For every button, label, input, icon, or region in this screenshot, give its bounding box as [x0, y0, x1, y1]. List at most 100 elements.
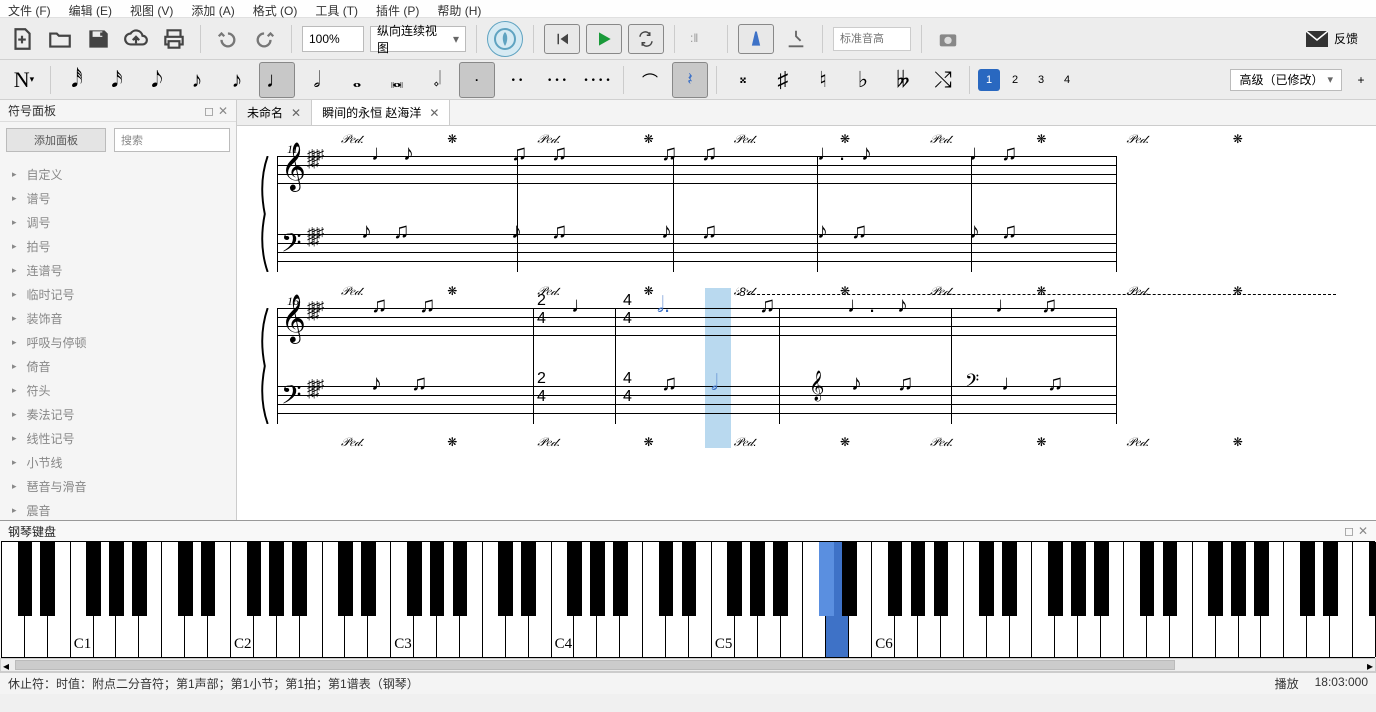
black-key[interactable] [1094, 542, 1109, 616]
black-key[interactable] [659, 542, 674, 616]
voice-1-button[interactable]: 1 [978, 69, 1000, 91]
double-dot-icon[interactable]: ·· [499, 62, 535, 98]
menu-file[interactable]: 文件 (F) [8, 2, 51, 15]
palette-item[interactable]: 拍号 [0, 234, 236, 258]
palette-item[interactable]: 倚音 [0, 354, 236, 378]
note-breve-icon[interactable]: 𝅜 [379, 62, 415, 98]
black-key[interactable] [1208, 542, 1223, 616]
cloud-save-icon[interactable] [120, 23, 152, 55]
print-icon[interactable] [158, 23, 190, 55]
palette-item[interactable]: 小节线 [0, 450, 236, 474]
black-key[interactable] [1071, 542, 1086, 616]
rest-icon[interactable]: 𝄽 [672, 62, 708, 98]
black-key[interactable] [1048, 542, 1063, 616]
black-key[interactable] [567, 542, 582, 616]
black-key[interactable] [1323, 542, 1338, 616]
black-key[interactable] [430, 542, 445, 616]
palette-item[interactable]: 临时记号 [0, 282, 236, 306]
menu-plugins[interactable]: 插件 (P) [376, 2, 419, 15]
palette-item[interactable]: 奏法记号 [0, 402, 236, 426]
note-32nd-icon[interactable]: 𝅘𝅥𝅯 [99, 62, 135, 98]
view-mode-dropdown[interactable]: 纵向连续视图 [370, 26, 466, 52]
double-sharp-icon[interactable]: 𝄪 [725, 62, 761, 98]
double-flat-icon[interactable]: 𝄫 [885, 62, 921, 98]
palette-item[interactable]: 呼吸与停顿 [0, 330, 236, 354]
palette-item[interactable]: 连谱号 [0, 258, 236, 282]
black-key[interactable] [1254, 542, 1269, 616]
palette-item[interactable]: 符头 [0, 378, 236, 402]
triple-dot-icon[interactable]: ··· [539, 62, 575, 98]
black-key[interactable] [247, 542, 262, 616]
horizontal-scrollbar[interactable]: ◂▸ [0, 658, 1376, 672]
piano-keyboard[interactable]: C1C2C3C4C5C6 [1, 541, 1375, 658]
black-key[interactable] [407, 542, 422, 616]
black-key[interactable] [361, 542, 376, 616]
black-key[interactable] [453, 542, 468, 616]
tab[interactable]: 未命名✕ [237, 100, 312, 125]
black-key[interactable] [979, 542, 994, 616]
black-key[interactable] [1300, 542, 1315, 616]
play-button[interactable] [586, 24, 622, 54]
countin-icon[interactable] [780, 23, 812, 55]
palette-search-input[interactable]: 搜索 [114, 128, 230, 152]
kb-undock-icon[interactable]: ◻ [1344, 524, 1354, 538]
black-key[interactable] [132, 542, 147, 616]
flat-icon[interactable]: ♭ [845, 62, 881, 98]
black-key[interactable] [819, 542, 834, 616]
black-key[interactable] [521, 542, 536, 616]
metronome-icon[interactable] [738, 24, 774, 54]
black-key[interactable] [292, 542, 307, 616]
black-key[interactable] [338, 542, 353, 616]
black-key[interactable] [18, 542, 33, 616]
palette-item[interactable]: 调号 [0, 210, 236, 234]
undo-icon[interactable] [211, 23, 243, 55]
flip-stem-icon[interactable]: ⤭ [925, 62, 961, 98]
note-64th-icon[interactable]: 𝅘𝅥𝅰 [59, 62, 95, 98]
concert-pitch-icon[interactable] [487, 21, 523, 57]
black-key[interactable] [1163, 542, 1178, 616]
black-key[interactable] [1002, 542, 1017, 616]
zoom-input[interactable]: 100% [302, 26, 364, 52]
rewind-button[interactable] [544, 24, 580, 54]
close-icon[interactable]: ✕ [291, 106, 301, 120]
feedback-link[interactable]: 反馈 [1306, 30, 1358, 47]
add-workspace-button[interactable]: + [1352, 71, 1370, 89]
black-key[interactable] [109, 542, 124, 616]
sidebar-close-icon[interactable]: ✕ [218, 104, 228, 118]
black-key[interactable] [201, 542, 216, 616]
black-key[interactable] [1369, 542, 1376, 616]
pitch-input[interactable] [833, 27, 911, 51]
black-key[interactable] [178, 542, 193, 616]
palette-item[interactable]: 线性记号 [0, 426, 236, 450]
palette-item[interactable]: 震音 [0, 498, 236, 520]
menu-help[interactable]: 帮助 (H) [437, 2, 481, 15]
note-quarter-icon[interactable]: ♩ [259, 62, 295, 98]
black-key[interactable] [888, 542, 903, 616]
quad-dot-icon[interactable]: ···· [579, 62, 615, 98]
add-palette-button[interactable]: 添加面板 [6, 128, 106, 152]
new-file-icon[interactable] [6, 23, 38, 55]
tie-icon[interactable]: ⌒ [632, 62, 668, 98]
black-key[interactable] [269, 542, 284, 616]
black-key[interactable] [1231, 542, 1246, 616]
sharp-icon[interactable]: ♯ [765, 62, 801, 98]
palette-item[interactable]: 谱号 [0, 186, 236, 210]
note-longa-icon[interactable]: 𝆹𝅥 [419, 62, 455, 98]
voice-4-button[interactable]: 4 [1056, 69, 1078, 91]
voice-2-button[interactable]: 2 [1004, 69, 1026, 91]
black-key[interactable] [842, 542, 857, 616]
black-key[interactable] [773, 542, 788, 616]
redo-icon[interactable] [249, 23, 281, 55]
open-file-icon[interactable] [44, 23, 76, 55]
loop-button[interactable] [628, 24, 664, 54]
workspace-dropdown[interactable]: 高级（已修改） [1230, 69, 1342, 91]
close-icon[interactable]: ✕ [429, 106, 439, 120]
note-8th-icon[interactable]: ♪ [179, 62, 215, 98]
black-key[interactable] [750, 542, 765, 616]
black-key[interactable] [86, 542, 101, 616]
black-key[interactable] [590, 542, 605, 616]
note-entry-icon[interactable]: N▾ [6, 62, 42, 98]
black-key[interactable] [682, 542, 697, 616]
voice-3-button[interactable]: 3 [1030, 69, 1052, 91]
snapshot-icon[interactable] [932, 23, 964, 55]
